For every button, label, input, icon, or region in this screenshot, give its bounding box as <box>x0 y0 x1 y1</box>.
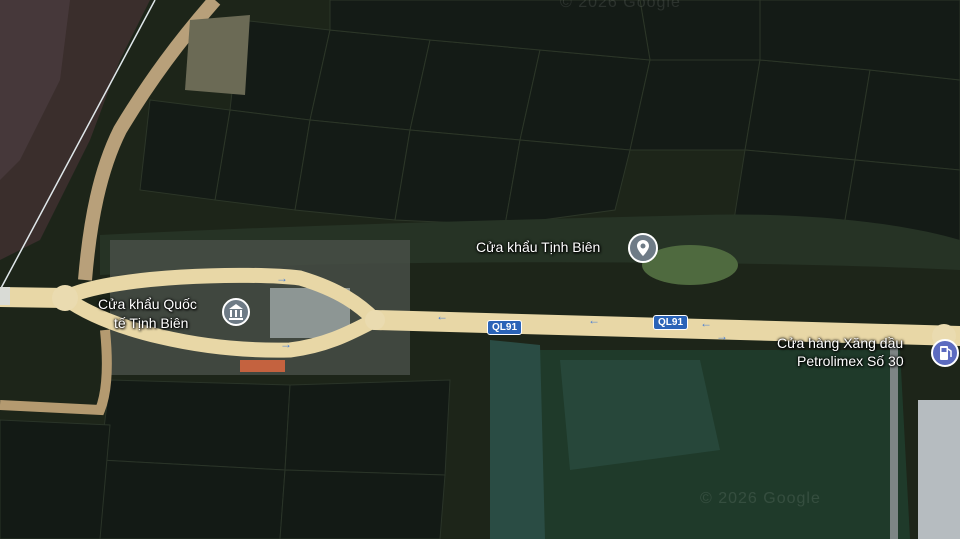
gas-station-icon[interactable] <box>930 338 960 368</box>
map-watermark-top: © 2026 Google <box>560 0 681 11</box>
poi-gas-station-label-line1[interactable]: Cửa hàng Xăng dầu <box>777 335 903 352</box>
road-direction-arrow-right: → <box>280 337 292 351</box>
road-direction-arrow-right: → <box>276 271 288 285</box>
road-direction-arrow-right: → <box>716 329 728 343</box>
road-shield-ql91[interactable]: QL91 <box>487 320 523 335</box>
place-pin-icon[interactable] <box>627 232 659 264</box>
poi-intl-border-gate-label-line2[interactable]: tế Tịnh Biên <box>114 315 188 332</box>
poi-gas-station-label-line2[interactable]: Petrolimex Số 30 <box>797 353 904 370</box>
road-direction-arrow-left: ← <box>588 313 600 327</box>
poi-border-gate-label[interactable]: Cửa khẩu Tịnh Biên <box>476 239 600 256</box>
road-direction-arrow-left: ← <box>436 309 448 323</box>
satellite-imagery <box>0 0 960 539</box>
poi-intl-border-gate-label-line1[interactable]: Cửa khẩu Quốc <box>98 296 197 313</box>
government-building-icon[interactable] <box>221 297 251 327</box>
road-shield-ql91[interactable]: QL91 <box>653 315 689 330</box>
satellite-map[interactable]: © 2026 Google © 2026 Google ← ← ← → → → … <box>0 0 960 539</box>
road-direction-arrow-left: ← <box>700 316 712 330</box>
map-watermark-bottom: © 2026 Google <box>700 490 821 507</box>
